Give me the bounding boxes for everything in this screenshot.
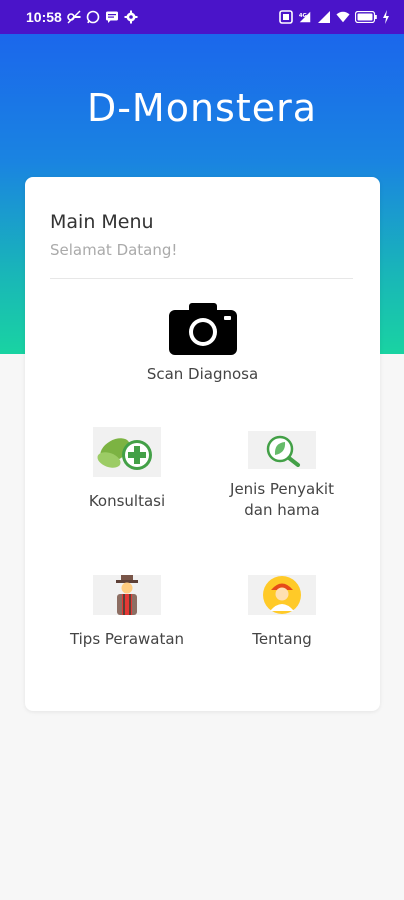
scan-diagnosa-label: Scan Diagnosa xyxy=(146,365,259,383)
leaf-plus-icon xyxy=(93,427,161,477)
camera-icon xyxy=(168,301,237,359)
jenis-penyakit-button[interactable]: Jenis Penyakit dan hama xyxy=(202,431,362,521)
tips-perawatan-button[interactable]: Tips Perawatan xyxy=(47,575,207,650)
person-icon xyxy=(248,575,316,615)
signal-bars-icon xyxy=(317,10,331,24)
svg-text:4G: 4G xyxy=(299,13,307,19)
charging-icon xyxy=(382,10,390,24)
whatsapp-icon xyxy=(86,10,100,24)
status-time: 10:58 xyxy=(26,9,62,25)
status-right: 4G xyxy=(279,10,390,24)
main-menu-card: Main Menu Selamat Datang! Scan Diagnosa xyxy=(25,177,380,711)
tips-perawatan-label: Tips Perawatan xyxy=(69,630,185,648)
battery-icon xyxy=(355,10,377,24)
konsultasi-label: Konsultasi xyxy=(88,492,166,510)
leaf-search-icon xyxy=(248,431,316,469)
vpn-key-icon xyxy=(67,10,81,24)
konsultasi-button[interactable]: Konsultasi xyxy=(47,427,207,512)
jenis-penyakit-label: Jenis Penyakit dan hama xyxy=(230,480,334,519)
status-bar: 10:58 4G xyxy=(0,0,404,34)
nfc-icon xyxy=(279,10,293,24)
scan-diagnosa-button[interactable]: Scan Diagnosa xyxy=(25,301,380,383)
farmer-icon xyxy=(93,575,161,615)
divider xyxy=(50,278,353,279)
app-title: D-Monstera xyxy=(86,86,318,130)
signal-4g-icon: 4G xyxy=(298,10,312,24)
wifi-icon xyxy=(336,10,350,24)
menu-title: Main Menu xyxy=(50,211,154,233)
status-left: 10:58 xyxy=(26,9,138,25)
settings-icon xyxy=(124,10,138,24)
tentang-label: Tentang xyxy=(252,630,312,648)
message-icon xyxy=(105,10,119,24)
menu-subtitle: Selamat Datang! xyxy=(50,241,178,259)
tentang-button[interactable]: Tentang xyxy=(202,575,362,650)
